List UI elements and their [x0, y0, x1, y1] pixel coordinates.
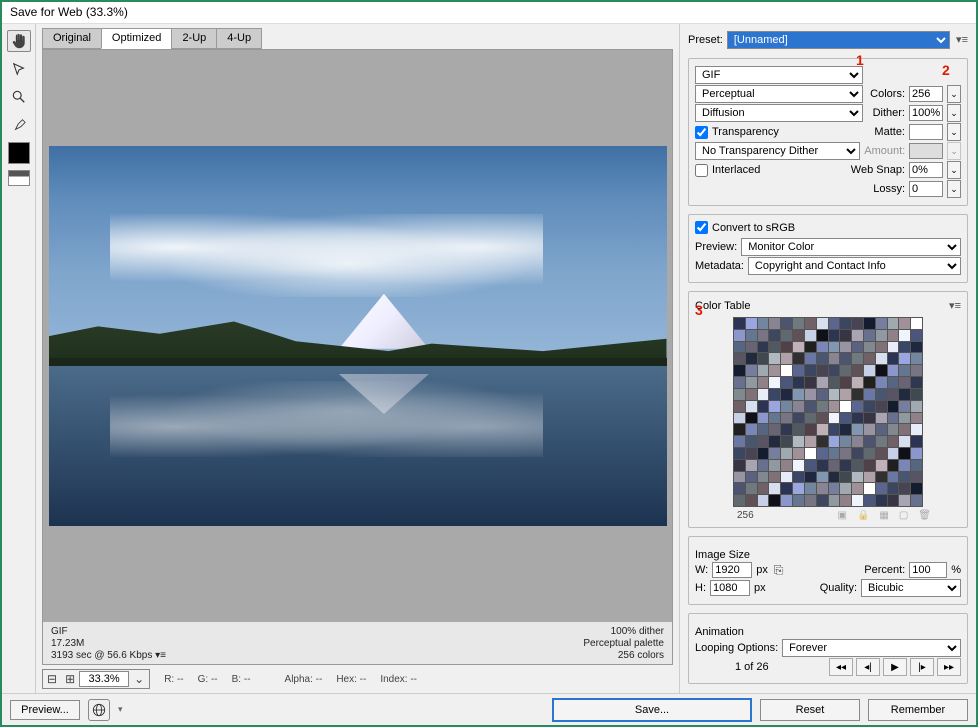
matte-input[interactable] [909, 124, 943, 140]
websnap-dropdown-icon[interactable]: ⌄ [947, 161, 961, 179]
ct-trash-icon[interactable]: 🗑 [918, 510, 931, 521]
lossy-dropdown-icon[interactable]: ⌄ [947, 180, 961, 198]
anim-last-button[interactable]: ▸▸ [937, 658, 961, 676]
metadata-label: Metadata: [695, 260, 744, 272]
animation-label: Animation [695, 626, 961, 638]
colortable-count: 256 [737, 510, 754, 521]
anim-prev-button[interactable]: ◂| [856, 658, 880, 676]
link-dimensions-icon[interactable]: ⎘ [774, 563, 784, 578]
colortable-label: Color Table [695, 300, 750, 312]
info-format: GIF [51, 626, 166, 637]
anim-play-button[interactable]: ▶ [883, 658, 907, 676]
readout-hex: Hex: -- [336, 674, 366, 685]
dither-input[interactable] [909, 105, 943, 121]
eyedropper-tool[interactable] [7, 114, 31, 136]
readout-g: G: -- [198, 674, 218, 685]
zoom-out-icon[interactable]: ⊟ [43, 670, 61, 688]
dither-dropdown-icon[interactable]: ⌄ [947, 104, 961, 122]
dither-type-select[interactable]: Diffusion [695, 104, 863, 122]
zoom-control[interactable]: ⊟ ⊞ ⌄ [42, 669, 150, 689]
reset-button[interactable]: Reset [760, 699, 860, 721]
tab-2up[interactable]: 2-Up [171, 28, 217, 49]
save-button[interactable]: Save... [552, 698, 752, 722]
preset-flyout-icon[interactable]: ▾≡ [954, 33, 968, 47]
preview-label: Preview: [695, 241, 737, 253]
readout-index: Index: -- [380, 674, 417, 685]
info-dither: 100% dither [583, 626, 664, 637]
ct-lock-icon[interactable]: 🔒 [857, 510, 869, 521]
height-label: H: [695, 582, 706, 594]
height-input[interactable] [710, 580, 750, 596]
info-colors: 256 colors [583, 650, 664, 661]
slice-select-tool[interactable] [7, 58, 31, 80]
annotation-3: 3 [695, 302, 703, 318]
zoom-tool[interactable] [7, 86, 31, 108]
colors-label: Colors: [870, 88, 905, 100]
zoom-dropdown-icon[interactable]: ⌄ [129, 670, 149, 688]
colortable-flyout-icon[interactable]: ▾≡ [947, 299, 961, 313]
zoom-input[interactable] [79, 671, 129, 687]
browser-preview-icon[interactable] [88, 699, 110, 721]
websnap-input[interactable] [909, 162, 943, 178]
amount-dropdown-icon: ⌄ [947, 142, 961, 160]
anim-next-button[interactable]: |▸ [910, 658, 934, 676]
transparency-dither-select[interactable]: No Transparency Dither [695, 142, 860, 160]
zoom-in-icon[interactable]: ⊞ [61, 670, 79, 688]
width-label: W: [695, 564, 708, 576]
color-table-swatches[interactable] [733, 317, 923, 507]
tab-original[interactable]: Original [42, 28, 102, 49]
amount-label: Amount: [864, 145, 905, 157]
quality-label: Quality: [820, 582, 857, 594]
info-palette: Perceptual palette [583, 638, 664, 649]
ct-new-icon[interactable]: ▢ [899, 510, 908, 521]
amount-input [909, 143, 943, 159]
websnap-label: Web Snap: [851, 164, 905, 176]
lossy-input[interactable] [909, 181, 943, 197]
frame-indicator: 1 of 26 [735, 661, 769, 673]
tool-column [2, 24, 36, 693]
info-download-time[interactable]: 3193 sec @ 56.6 Kbps ▾≡ [51, 650, 166, 661]
lossy-label: Lossy: [873, 183, 905, 195]
annotation-2: 2 [942, 62, 950, 78]
percent-input[interactable] [909, 562, 947, 578]
dither-label: Dither: [873, 107, 905, 119]
interlaced-checkbox[interactable]: Interlaced [695, 164, 760, 177]
readout-r: R: -- [164, 674, 183, 685]
metadata-select[interactable]: Copyright and Contact Info [748, 257, 961, 275]
preset-label: Preset: [688, 34, 723, 46]
looping-label: Looping Options: [695, 642, 778, 654]
matte-label: Matte: [874, 126, 905, 138]
readout-alpha: Alpha: -- [285, 674, 323, 685]
percent-label: Percent: [864, 564, 905, 576]
readout-b: B: -- [232, 674, 251, 685]
annotation-1: 1 [856, 52, 864, 68]
optimization-info: GIF 17.23M 3193 sec @ 56.6 Kbps ▾≡ 100% … [43, 621, 672, 664]
preset-select[interactable]: [Unnamed] [727, 31, 950, 49]
colors-input[interactable] [909, 86, 943, 102]
preview-image[interactable] [49, 146, 667, 526]
quality-select[interactable]: Bicubic [861, 579, 961, 597]
format-select[interactable]: GIF [695, 66, 863, 84]
preview-button[interactable]: Preview... [10, 700, 80, 720]
preview-select[interactable]: Monitor Color [741, 238, 961, 256]
anim-first-button[interactable]: ◂◂ [829, 658, 853, 676]
info-size: 17.23M [51, 638, 166, 649]
toggle-slice-visibility[interactable] [8, 170, 30, 186]
ct-cube-icon[interactable]: ▣ [837, 510, 846, 521]
transparency-checkbox[interactable]: Transparency [695, 126, 779, 139]
matte-dropdown-icon[interactable]: ⌄ [947, 123, 961, 141]
color-reduction-select[interactable]: Perceptual [695, 85, 863, 103]
width-input[interactable] [712, 562, 752, 578]
tab-optimized[interactable]: Optimized [101, 28, 173, 49]
remember-button[interactable]: Remember [868, 699, 968, 721]
srgb-checkbox[interactable]: Convert to sRGB [695, 221, 961, 234]
foreground-color-swatch[interactable] [8, 142, 30, 164]
window-title: Save for Web (33.3%) [2, 2, 976, 24]
tab-4up[interactable]: 4-Up [216, 28, 262, 49]
hand-tool[interactable] [7, 30, 31, 52]
imagesize-label: Image Size [695, 549, 961, 561]
colors-dropdown-icon[interactable]: ⌄ [947, 85, 961, 103]
ct-map-icon[interactable]: ▦ [879, 510, 888, 521]
looping-select[interactable]: Forever [782, 639, 961, 657]
